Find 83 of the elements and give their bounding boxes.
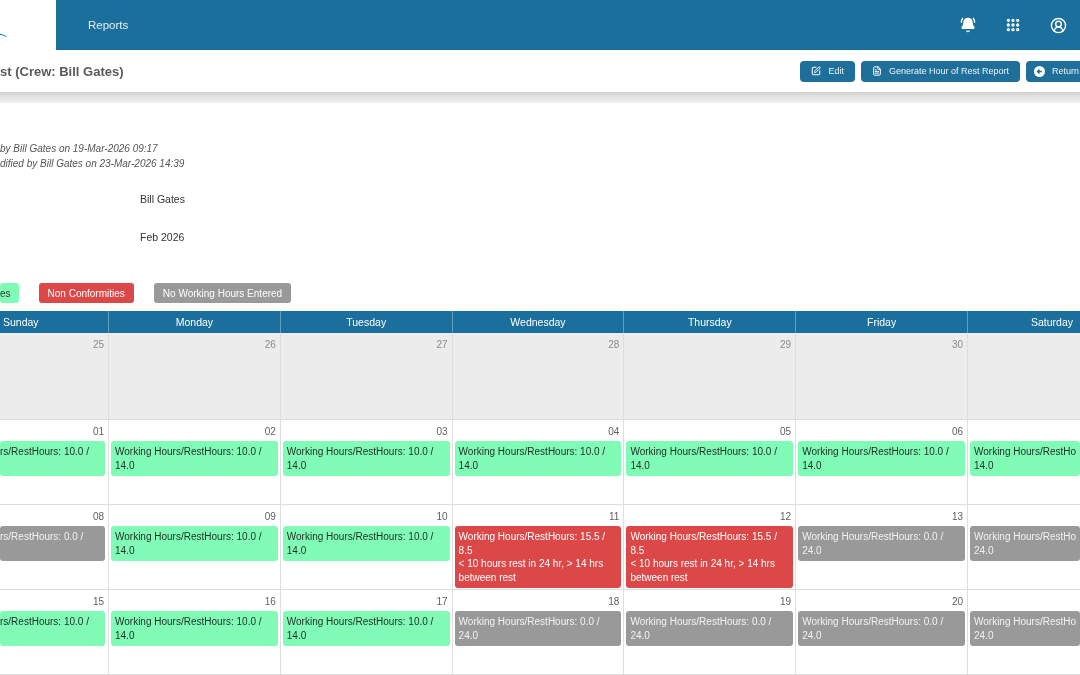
hours-entry[interactable]: Working Hours/RestHours: 10.0 / 14.0 bbox=[282, 441, 450, 476]
date-number: 18 bbox=[608, 595, 620, 609]
date-number: 20 bbox=[951, 595, 963, 609]
hours-text: Working Hours/RestHours: 15.5 / 8.5 bbox=[458, 530, 607, 557]
weekday-header: Wednesday bbox=[451, 311, 624, 333]
hours-entry[interactable]: Working Hours/RestHours: 15.5 / 8.5 < 10 hours rest in 24 hr, > 14 hrs between rest bbox=[626, 526, 794, 588]
weekday-header: Saturday bbox=[967, 311, 1080, 333]
page-title: st (Crew: Bill Gates) bbox=[0, 63, 124, 79]
nav-link[interactable]: Reports bbox=[88, 19, 129, 31]
hours-entry[interactable]: rs/RestHours: 10.0 / bbox=[0, 441, 105, 476]
date-number: 11 bbox=[609, 510, 620, 524]
hours-entry[interactable]: Working Hours/RestHours: 10.0 / 14.0 bbox=[454, 441, 622, 476]
apps-grid-icon[interactable] bbox=[1005, 17, 1021, 33]
hours-text: Working Hours/RestHours: 0.0 / 24.0 bbox=[458, 615, 601, 642]
date-number: 29 bbox=[780, 338, 792, 352]
hours-entry[interactable]: rs/RestHours: 10.0 / bbox=[0, 611, 105, 646]
rest-warning-text: < 10 hours rest in 24 hr, > 14 hrs between rest bbox=[458, 557, 605, 584]
date-number: 06 bbox=[951, 425, 963, 439]
hours-text: Working Hours/RestHours: 10.0 / 14.0 bbox=[286, 530, 435, 557]
hours-text: Working Hours/RestHours: 0.0 / 24.0 bbox=[802, 615, 945, 642]
edit-icon bbox=[811, 66, 822, 76]
hours-text: Working Hours/RestHours: 10.0 / 14.0 bbox=[115, 615, 263, 642]
date-number: 09 bbox=[264, 510, 276, 524]
hours-text: Working Hours/RestHours: 10.0 / 14.0 bbox=[286, 615, 435, 642]
hours-text: Working Hours/RestHours: 10.0 / 14.0 bbox=[115, 530, 263, 557]
return-button[interactable]: Return bbox=[1026, 60, 1080, 82]
hours-entry[interactable]: Working Hours/RestHours: 10.0 / 14.0 bbox=[111, 611, 278, 646]
weekday-header: Thursday bbox=[623, 311, 796, 333]
user-profile-icon[interactable] bbox=[1050, 16, 1067, 34]
rest-warning-text: < 10 hours rest in 24 hr, > 14 hrs between rest bbox=[630, 557, 776, 584]
date-number: 17 bbox=[436, 595, 448, 609]
hours-entry[interactable]: Working Hours/RestHours: 10.0 / 14.0 bbox=[626, 441, 794, 476]
weekday-header: Tuesday bbox=[279, 311, 452, 333]
date-number: 30 bbox=[951, 338, 963, 352]
date-number: 16 bbox=[264, 595, 276, 609]
hours-entry[interactable]: Working Hours/RestHours: 10.0 / 14.0 bbox=[111, 441, 278, 476]
date-number: 15 bbox=[92, 595, 104, 609]
date-number: 04 bbox=[608, 425, 620, 439]
hours-text: Working Hours/RestHours: 15.5 / 8.5 bbox=[630, 530, 778, 557]
hours-text: Working Hours/RestHours: 10.0 / 14.0 bbox=[630, 445, 778, 472]
detail-value: Feb 2026 bbox=[140, 230, 186, 244]
edit-button[interactable]: Edit bbox=[800, 60, 855, 82]
hours-text: Working Hours/RestHours: 0.0 / 24.0 bbox=[630, 615, 773, 642]
document-icon bbox=[871, 66, 882, 76]
audit-info-text: by Bill Gates on 19-Mar-2026 09:17 bbox=[0, 142, 159, 156]
date-number: 05 bbox=[780, 425, 792, 439]
date-number: 13 bbox=[951, 510, 963, 524]
hours-entry[interactable]: Working Hours/RestHours: 10.0 / 14.0 bbox=[282, 611, 450, 646]
notification-bell-icon[interactable] bbox=[960, 17, 976, 33]
date-number: 26 bbox=[264, 338, 276, 352]
hours-entry[interactable]: Working Hours/RestHours: 10.0 / 14.0 bbox=[798, 441, 965, 476]
date-number: 19 bbox=[780, 595, 792, 609]
hours-text: rs/RestHours: 10.0 / bbox=[0, 615, 90, 629]
hours-text: Working Hours/RestHours: 0.0 / 24.0 bbox=[802, 530, 945, 557]
date-number: 12 bbox=[780, 510, 792, 524]
date-number: 25 bbox=[92, 338, 104, 352]
hours-text: Working Hours/RestHours: 10.0 / 14.0 bbox=[458, 445, 607, 472]
hours-entry[interactable]: Working Hours/RestHours: 10.0 / 14.0 bbox=[111, 526, 278, 561]
weekday-header: Monday bbox=[108, 311, 280, 333]
legend-tag: No Working Hours Entered bbox=[153, 283, 292, 303]
legend-tag: es bbox=[0, 283, 19, 303]
date-number: 10 bbox=[436, 510, 448, 524]
report-button[interactable]: Generate Hour of Rest Report bbox=[860, 60, 1020, 82]
date-number: 28 bbox=[608, 338, 620, 352]
weekday-header: Sunday bbox=[0, 311, 108, 333]
logo-swoosh-icon bbox=[0, 32, 7, 37]
date-number: 27 bbox=[436, 338, 448, 352]
date-number: 01 bbox=[92, 425, 104, 439]
hours-text: Working Hours/RestHours: 10.0 / 14.0 bbox=[802, 445, 950, 472]
date-number: 02 bbox=[264, 425, 276, 439]
hours-text: rs/RestHours: 0.0 / bbox=[0, 530, 85, 544]
hours-text: rs/RestHours: 10.0 / bbox=[0, 445, 90, 459]
legend-tag: Non Conformities bbox=[38, 283, 134, 303]
hours-entry[interactable]: Working Hours/RestHours: 15.5 / 8.5 < 10 hours rest in 24 hr, > 14 hrs between rest bbox=[454, 526, 622, 588]
date-number: 08 bbox=[92, 510, 104, 524]
back-arrow-icon bbox=[1034, 65, 1045, 77]
hours-entry[interactable]: Working Hours/RestHours: 10.0 / 14.0 bbox=[282, 526, 450, 561]
audit-info-text: dified by Bill Gates on 23-Mar-2026 14:39 bbox=[0, 157, 186, 171]
date-number: 03 bbox=[436, 425, 448, 439]
detail-value: Bill Gates bbox=[140, 192, 186, 206]
hours-text: Working Hours/RestHours: 10.0 / 14.0 bbox=[115, 445, 263, 472]
weekday-header: Friday bbox=[795, 311, 967, 333]
hours-text: Working Hours/RestHours: 10.0 / 14.0 bbox=[286, 445, 435, 472]
